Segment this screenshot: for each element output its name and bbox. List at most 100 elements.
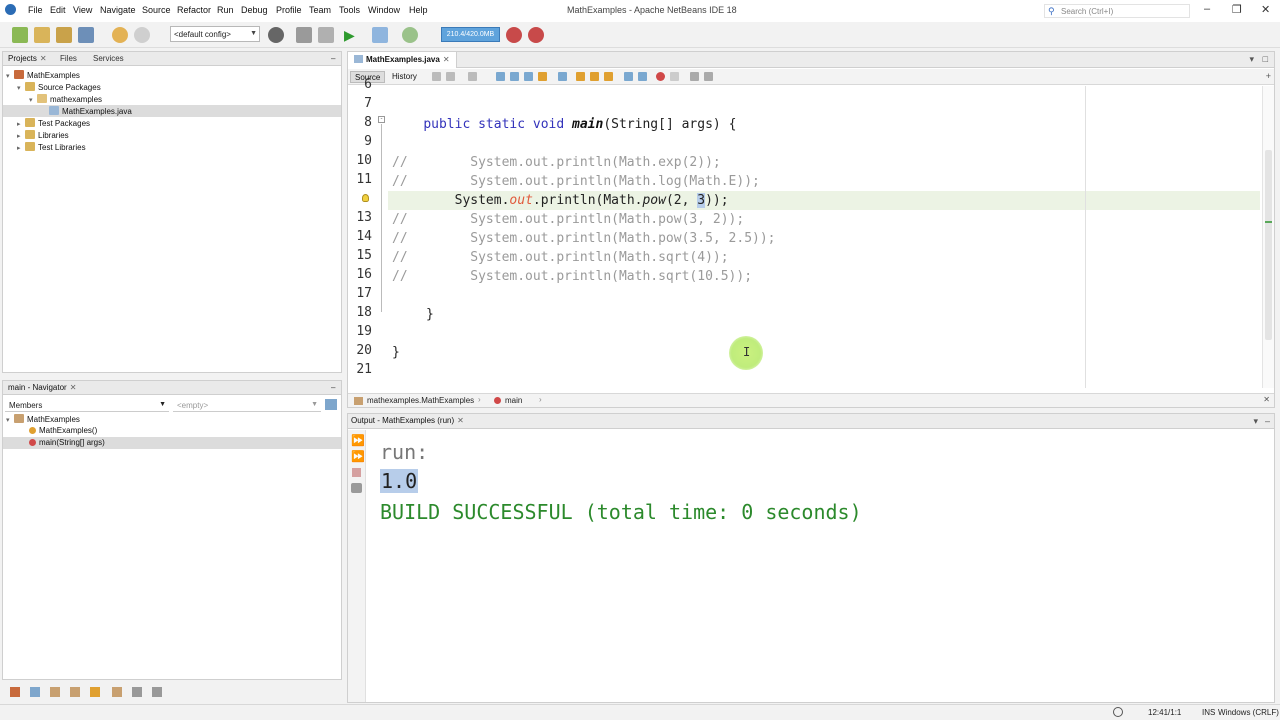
- close-window-button[interactable]: ✕: [1261, 3, 1270, 16]
- prev-bookmark-icon[interactable]: [576, 72, 585, 81]
- tab-navigator[interactable]: main - Navigator ✕: [8, 383, 76, 392]
- find-prev-icon[interactable]: [510, 72, 519, 81]
- comment-icon[interactable]: [690, 72, 699, 81]
- tree-item-source-packages[interactable]: ▾ Source Packages: [17, 82, 101, 94]
- new-file-icon[interactable]: [12, 27, 28, 43]
- menu-navigate[interactable]: Navigate: [100, 5, 136, 15]
- tree-item-java-file[interactable]: MathExamples.java: [41, 106, 132, 118]
- caret-position[interactable]: 12:41/1:1: [1148, 708, 1181, 717]
- tree-item-libraries[interactable]: ▸ Libraries: [17, 130, 69, 142]
- tree-item-test-packages[interactable]: ▸ Test Packages: [17, 118, 90, 130]
- menu-edit[interactable]: Edit: [50, 5, 66, 15]
- debug-icon[interactable]: [372, 27, 388, 43]
- run-icon[interactable]: ▶: [344, 27, 360, 43]
- filter-icon[interactable]: [132, 687, 142, 697]
- forward-icon[interactable]: [446, 72, 455, 81]
- filter-dropdown[interactable]: <empty> ▼: [173, 399, 321, 412]
- build-icon[interactable]: [296, 27, 312, 43]
- clean-build-icon[interactable]: [318, 27, 334, 43]
- minimize-button[interactable]: –: [1204, 3, 1210, 15]
- filter-icon[interactable]: [70, 687, 80, 697]
- uncomment-icon[interactable]: [704, 72, 713, 81]
- breadcrumb-method[interactable]: main: [505, 396, 522, 405]
- tree-item-package[interactable]: ▾ mathexamples: [29, 94, 102, 106]
- minimize-pane-icon[interactable]: –: [1265, 416, 1270, 426]
- tab-files[interactable]: Files: [60, 54, 77, 63]
- sort-icon[interactable]: [325, 399, 337, 410]
- close-icon[interactable]: ✕: [457, 416, 464, 425]
- tree-item-test-libraries[interactable]: ▸ Test Libraries: [17, 142, 86, 154]
- filter-icon[interactable]: [50, 687, 60, 697]
- filter-icon[interactable]: [30, 687, 40, 697]
- stop-macro-icon[interactable]: [670, 72, 679, 81]
- gc-icon[interactable]: [506, 27, 522, 43]
- menu-window[interactable]: Window: [368, 5, 400, 15]
- find-icon[interactable]: [496, 72, 505, 81]
- nav-item-class[interactable]: ▾ MathExamples: [6, 414, 80, 426]
- tab-output[interactable]: Output - MathExamples (run) ✕: [351, 416, 464, 425]
- menu-refactor[interactable]: Refactor: [177, 5, 211, 15]
- close-icon[interactable]: ✕: [443, 55, 450, 64]
- menu-debug[interactable]: Debug: [241, 5, 268, 15]
- tab-services[interactable]: Services: [93, 54, 124, 63]
- tab-mathexamples-java[interactable]: MathExamples.java ✕: [348, 52, 457, 68]
- find-next-icon[interactable]: [524, 72, 533, 81]
- menu-file[interactable]: File: [28, 5, 43, 15]
- redo-icon[interactable]: [134, 27, 150, 43]
- memory-meter[interactable]: 210.4/420.0MB: [441, 27, 500, 42]
- menu-source[interactable]: Source: [142, 5, 171, 15]
- menu-team[interactable]: Team: [309, 5, 331, 15]
- menu-run[interactable]: Run: [217, 5, 234, 15]
- close-icon[interactable]: ✕: [1263, 395, 1270, 404]
- record-macro-icon[interactable]: [656, 72, 665, 81]
- search-input[interactable]: ⚲ Search (Ctrl+I): [1044, 4, 1190, 18]
- tab-projects[interactable]: Projects ✕: [8, 54, 47, 63]
- profile-icon[interactable]: [402, 27, 418, 43]
- save-all-icon[interactable]: [78, 27, 94, 43]
- back-icon[interactable]: [432, 72, 441, 81]
- lightbulb-icon[interactable]: [362, 194, 369, 202]
- maximize-button[interactable]: ❐: [1232, 3, 1242, 16]
- history-view-button[interactable]: History: [388, 71, 421, 83]
- next-bookmark-icon[interactable]: [590, 72, 599, 81]
- rerun-icon[interactable]: ⏩: [351, 434, 365, 447]
- new-project-icon[interactable]: [34, 27, 50, 43]
- shift-left-icon[interactable]: [624, 72, 633, 81]
- last-edit-icon[interactable]: [468, 72, 477, 81]
- config-dropdown[interactable]: <default config> ▼: [170, 26, 260, 42]
- nav-item-constructor[interactable]: MathExamples(): [29, 426, 97, 438]
- add-split-icon[interactable]: +: [1266, 71, 1271, 81]
- globe-icon[interactable]: [268, 27, 284, 43]
- filter-icon[interactable]: [152, 687, 162, 697]
- profiler-icon[interactable]: [528, 27, 544, 43]
- tree-item-project[interactable]: ▾ MathExamples: [6, 70, 80, 82]
- close-icon[interactable]: ✕: [70, 383, 77, 392]
- menu-profile[interactable]: Profile: [276, 5, 302, 15]
- open-project-icon[interactable]: [56, 27, 72, 43]
- breadcrumb-class[interactable]: mathexamples.MathExamples: [367, 396, 474, 405]
- minimize-pane-icon[interactable]: –: [331, 54, 335, 63]
- rerun-with-args-icon[interactable]: ⏩: [351, 450, 365, 463]
- editor-scrollbar[interactable]: [1262, 86, 1274, 388]
- menu-tools[interactable]: Tools: [339, 5, 360, 15]
- rect-select-icon[interactable]: [558, 72, 567, 81]
- code-editor[interactable]: public static void main(String[] args) {…: [388, 86, 1260, 388]
- line-ending[interactable]: Windows (CRLF): [1218, 708, 1279, 717]
- nav-item-main-method[interactable]: main(String[] args): [29, 438, 105, 450]
- filter-icon[interactable]: [90, 687, 100, 697]
- settings-icon[interactable]: [351, 483, 362, 493]
- notifications-icon[interactable]: [1113, 707, 1123, 717]
- fold-toggle-icon[interactable]: -: [378, 116, 385, 123]
- stop-icon[interactable]: [352, 468, 361, 477]
- members-dropdown[interactable]: Members ▼: [5, 399, 169, 412]
- tab-list-icon[interactable]: ▾: [1253, 416, 1258, 427]
- menu-view[interactable]: View: [73, 5, 92, 15]
- filter-icon[interactable]: [10, 687, 20, 697]
- menu-help[interactable]: Help: [409, 5, 428, 15]
- shift-right-icon[interactable]: [638, 72, 647, 81]
- minimize-pane-icon[interactable]: –: [331, 383, 335, 392]
- filter-icon[interactable]: [112, 687, 122, 697]
- undo-icon[interactable]: [112, 27, 128, 43]
- scroll-thumb[interactable]: [1265, 150, 1272, 340]
- toggle-bookmark-icon[interactable]: [604, 72, 613, 81]
